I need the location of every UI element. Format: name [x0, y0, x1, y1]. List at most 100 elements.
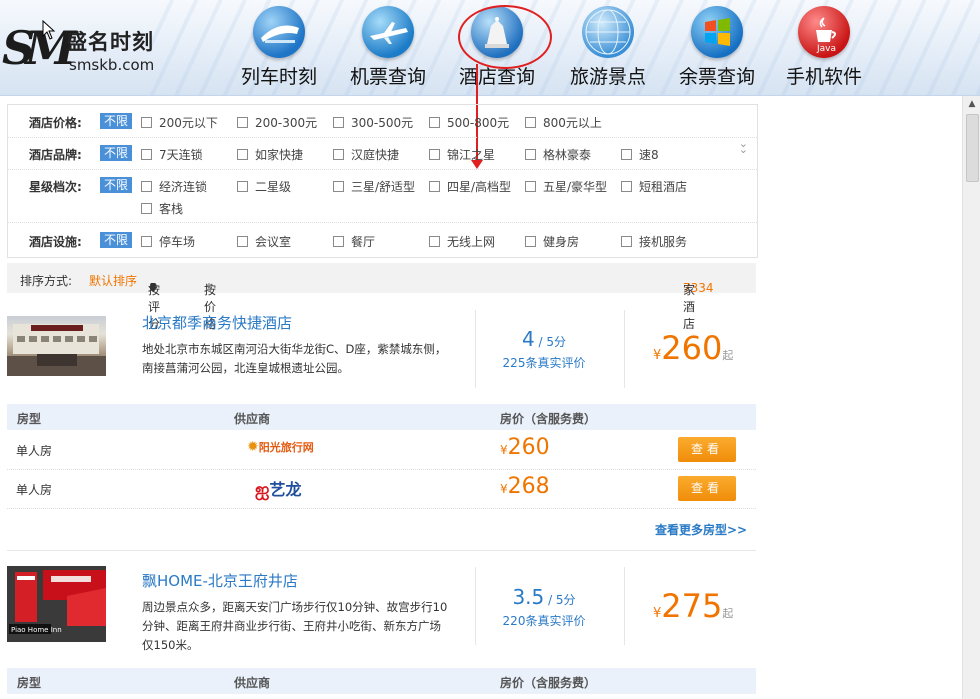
filter-option[interactable]: 汉庭快捷	[333, 146, 399, 163]
divider	[475, 567, 476, 645]
col-price: 房价（含服务费）	[500, 412, 597, 426]
filter-option[interactable]: 如家快捷	[237, 146, 303, 163]
filter-option[interactable]: 四星/高档型	[429, 178, 511, 195]
filter-option[interactable]: 停车场	[141, 233, 195, 250]
filter-all-button[interactable]: 不限	[100, 177, 133, 193]
filter-option[interactable]: 格林豪泰	[525, 146, 591, 163]
filter-option[interactable]: 300-500元	[333, 114, 413, 131]
supplier-logo[interactable]: ஐ艺龙	[255, 476, 301, 500]
more-rooms-link[interactable]: 查看更多房型>>	[655, 521, 747, 538]
divider	[624, 310, 625, 388]
scroll-up-arrow-icon[interactable]: ▲	[963, 96, 980, 113]
airplane-icon	[362, 6, 414, 58]
checkbox[interactable]	[525, 236, 536, 247]
room-price: ¥260	[500, 435, 550, 460]
filter-option[interactable]: 二星级	[237, 178, 291, 195]
nav-ticket[interactable]: 余票查询	[662, 6, 772, 92]
nav-train[interactable]: 列车时刻	[224, 6, 334, 92]
hotel-name[interactable]: 北京都季商务快捷酒店	[142, 312, 292, 333]
checkbox[interactable]	[429, 117, 440, 128]
svg-text:Piao Home Inn: Piao Home Inn	[11, 626, 62, 634]
checkbox[interactable]	[525, 117, 536, 128]
scroll-thumb[interactable]	[966, 114, 979, 182]
checkbox[interactable]	[333, 181, 344, 192]
checkbox[interactable]	[621, 181, 632, 192]
filter-option[interactable]: 短租酒店	[621, 178, 687, 195]
checkbox[interactable]	[429, 149, 440, 160]
filter-option[interactable]: 800元以上	[525, 114, 602, 131]
logo-name: 盛名时刻	[66, 30, 154, 54]
filter-option[interactable]: 客栈	[141, 200, 183, 217]
nav-tour[interactable]: 旅游景点	[553, 6, 663, 92]
checkbox[interactable]	[525, 149, 536, 160]
scrollbar[interactable]: ▲	[962, 96, 980, 699]
room-row: 单人房 ✹阳光旅行网 ¥260 查看	[7, 431, 756, 470]
filter-option[interactable]: 无线上网	[429, 233, 495, 250]
hotel-name[interactable]: 飘HOME-北京王府井店	[142, 570, 298, 591]
checkbox[interactable]	[333, 149, 344, 160]
nav-tour-label: 旅游景点	[569, 66, 646, 88]
checkbox[interactable]	[237, 236, 248, 247]
view-button[interactable]: 查看	[678, 476, 736, 501]
filter-option[interactable]: 会议室	[237, 233, 291, 250]
filter-option[interactable]: 餐厅	[333, 233, 375, 250]
filter-option[interactable]: 200元以下	[141, 114, 218, 131]
view-button[interactable]: 查看	[678, 437, 736, 462]
filter-option[interactable]: 接机服务	[621, 233, 687, 250]
logo-site: smskb.com	[69, 56, 155, 74]
col-supplier: 供应商	[234, 412, 271, 426]
filter-option[interactable]: 三星/舒适型	[333, 178, 415, 195]
sort-default[interactable]: 默认排序	[89, 272, 137, 289]
checkbox[interactable]	[237, 117, 248, 128]
checkbox[interactable]	[141, 236, 152, 247]
hotel-photo[interactable]	[7, 316, 106, 376]
filter-option[interactable]: 锦江之星	[429, 146, 495, 163]
hotel-photo[interactable]: Piao Home Inn	[7, 566, 106, 642]
checkbox[interactable]	[333, 117, 344, 128]
filter-option[interactable]: 经济连锁	[141, 178, 207, 195]
nav-app[interactable]: Java 手机软件	[769, 6, 879, 92]
filter-all-button[interactable]: 不限	[100, 145, 133, 161]
filter-option[interactable]: 五星/豪华型	[525, 178, 607, 195]
filter-option[interactable]: 200-300元	[237, 114, 317, 131]
checkbox[interactable]	[621, 149, 632, 160]
filter-option[interactable]: 健身房	[525, 233, 579, 250]
filter-option[interactable]: 7天连锁	[141, 146, 203, 163]
java-icon: Java	[798, 6, 850, 58]
checkbox[interactable]	[525, 181, 536, 192]
checkbox[interactable]	[237, 181, 248, 192]
review-count[interactable]: 220条真实评价	[479, 612, 609, 629]
filter-option[interactable]: 500-800元	[429, 114, 509, 131]
checkbox[interactable]	[141, 149, 152, 160]
sort-updown-icon: ⇕	[204, 281, 215, 295]
col-supplier: 供应商	[234, 676, 271, 690]
filter-option[interactable]: 速8	[621, 146, 659, 163]
nav-train-label: 列车时刻	[240, 66, 317, 88]
checkbox[interactable]	[333, 236, 344, 247]
site-logo[interactable]: SM 盛名时刻 smskb.com	[0, 16, 200, 86]
hotel-price: ¥260起	[653, 329, 734, 367]
checkbox[interactable]	[621, 236, 632, 247]
col-room-type: 房型	[17, 412, 42, 426]
annotation-ellipse	[458, 5, 552, 69]
checkbox[interactable]	[141, 203, 152, 214]
filter-row-brand: 酒店品牌: 不限 7天连锁 如家快捷 汉庭快捷 锦江之星 格林豪泰 速8 ⌄ ⌄	[8, 137, 757, 170]
hotel-description: 地处北京市东城区南河沿大街华龙街C、D座，紫禁城东侧，南接菖蒲河公园，北连皇城根…	[142, 342, 447, 375]
filter-label: 酒店品牌:	[29, 148, 82, 162]
supplier-logo[interactable]: ✹阳光旅行网	[247, 439, 314, 461]
col-room-type: 房型	[17, 676, 42, 690]
nav-flight[interactable]: 机票查询	[333, 6, 443, 92]
hotel-score: 4 / 5分 225条真实评价	[479, 327, 609, 371]
checkbox[interactable]	[429, 236, 440, 247]
nav-app-label: 手机软件	[785, 66, 862, 88]
checkbox[interactable]	[141, 181, 152, 192]
checkbox[interactable]	[429, 181, 440, 192]
checkbox[interactable]	[141, 117, 152, 128]
hotel-price: ¥275起	[653, 587, 734, 625]
review-count[interactable]: 225条真实评价	[479, 354, 609, 371]
filter-all-button[interactable]: 不限	[100, 232, 133, 248]
expand-chevron-icon[interactable]: ⌄ ⌄	[739, 138, 748, 155]
filter-all-button[interactable]: 不限	[100, 113, 133, 129]
mouse-cursor-icon	[42, 19, 56, 43]
checkbox[interactable]	[237, 149, 248, 160]
